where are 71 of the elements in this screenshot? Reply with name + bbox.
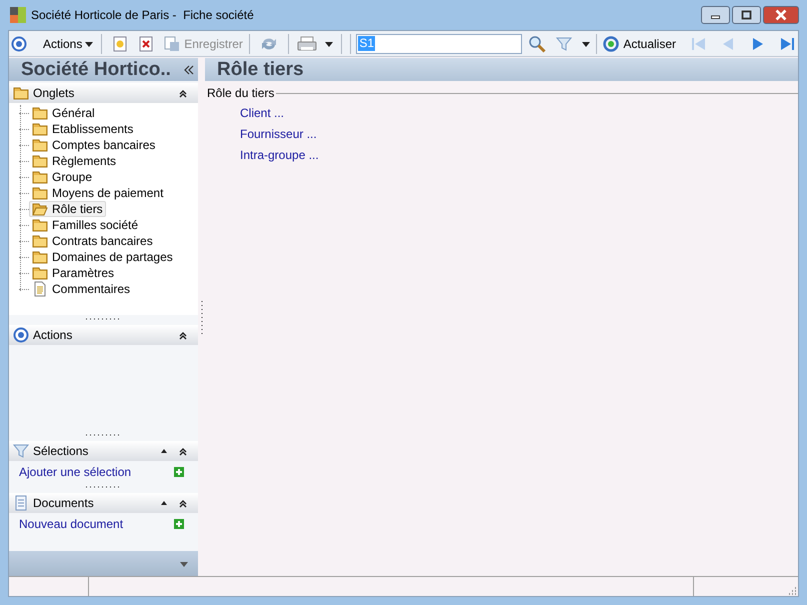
caret-up-icon: [160, 499, 168, 507]
group-legend: Rôle du tiers: [207, 84, 276, 102]
double-chevron-icon: [178, 446, 188, 456]
printer-icon: [296, 36, 317, 52]
folder-icon: [32, 105, 48, 121]
close-button[interactable]: [763, 6, 799, 24]
tree-item[interactable]: Paramètres: [29, 265, 118, 281]
expand-menu-icon[interactable]: [180, 560, 188, 566]
filter-icon[interactable]: [556, 36, 572, 52]
tree-item[interactable]: Rôle tiers: [29, 201, 106, 217]
maximize-button[interactable]: [732, 6, 761, 24]
tree-item[interactable]: Groupe: [29, 169, 96, 185]
add-link[interactable]: Ajouter une sélection: [19, 463, 132, 481]
tree-item[interactable]: Familles société: [29, 217, 142, 233]
double-chevron-icon: [178, 88, 188, 98]
folder-icon: [32, 169, 48, 185]
target-icon[interactable]: [11, 36, 27, 52]
sidebar-title: Société Hortico..: [21, 60, 171, 79]
actions-menu-button[interactable]: Actions: [41, 34, 96, 52]
tree-item[interactable]: Domaines de partages: [29, 249, 176, 265]
section-header[interactable]: Sélections: [9, 441, 198, 461]
save-icon: [164, 36, 180, 52]
double-chevron-icon: [178, 330, 188, 340]
sync-icon[interactable]: [260, 36, 278, 52]
tree-item[interactable]: Général: [29, 105, 98, 121]
target-icon: [13, 327, 29, 343]
new-record-icon[interactable]: [112, 36, 128, 52]
tree-item[interactable]: Etablissements: [29, 121, 136, 137]
document-icon: [13, 495, 29, 511]
folder-icon: [32, 185, 48, 201]
section-header[interactable]: Documents: [9, 493, 198, 513]
last-record-icon[interactable]: [780, 36, 796, 52]
folder-icon: [32, 153, 48, 169]
refresh-button[interactable]: Actualiser: [603, 34, 676, 52]
section-header[interactable]: Onglets: [9, 83, 198, 103]
add-link[interactable]: Nouveau document: [19, 515, 124, 533]
refresh-icon: [603, 36, 620, 52]
folder-icon: [32, 121, 48, 137]
minimize-button[interactable]: [701, 6, 730, 24]
tree-item[interactable]: Commentaires: [29, 281, 134, 297]
folder-icon: [13, 85, 29, 101]
search-icon[interactable]: [528, 34, 546, 52]
add-icon[interactable]: [174, 467, 184, 477]
tree-item[interactable]: Moyens de paiement: [29, 185, 166, 201]
delete-icon[interactable]: [138, 36, 154, 52]
tree-item[interactable]: Règlements: [29, 153, 120, 169]
caret-icon: [85, 40, 94, 46]
tree-item[interactable]: Contrats bancaires: [29, 233, 156, 249]
document-icon: [32, 281, 48, 297]
add-icon[interactable]: [174, 519, 184, 529]
tree-item[interactable]: Comptes bancaires: [29, 137, 158, 153]
folder-icon: [32, 201, 48, 217]
app-logo-icon: [10, 7, 26, 23]
window-title: Société Horticole de Paris - Fiche société: [31, 7, 254, 24]
caret-icon: [324, 40, 333, 46]
caret-up-icon: [160, 447, 168, 455]
folder-icon: [32, 249, 48, 265]
folder-icon: [32, 233, 48, 249]
role-link[interactable]: Fournisseur ...: [240, 127, 317, 141]
double-chevron-icon: [178, 498, 188, 508]
role-link[interactable]: Client ...: [240, 106, 284, 120]
caret-icon[interactable]: [582, 40, 590, 46]
folder-icon: [32, 217, 48, 233]
role-link[interactable]: Intra-groupe ...: [240, 148, 319, 162]
print-button[interactable]: [294, 36, 335, 52]
folder-icon: [32, 137, 48, 153]
folder-icon: [32, 265, 48, 281]
filter-icon: [13, 443, 29, 459]
section-header[interactable]: Actions: [9, 325, 198, 345]
collapse-icon[interactable]: [184, 64, 194, 74]
page-title: Rôle tiers: [217, 60, 304, 79]
